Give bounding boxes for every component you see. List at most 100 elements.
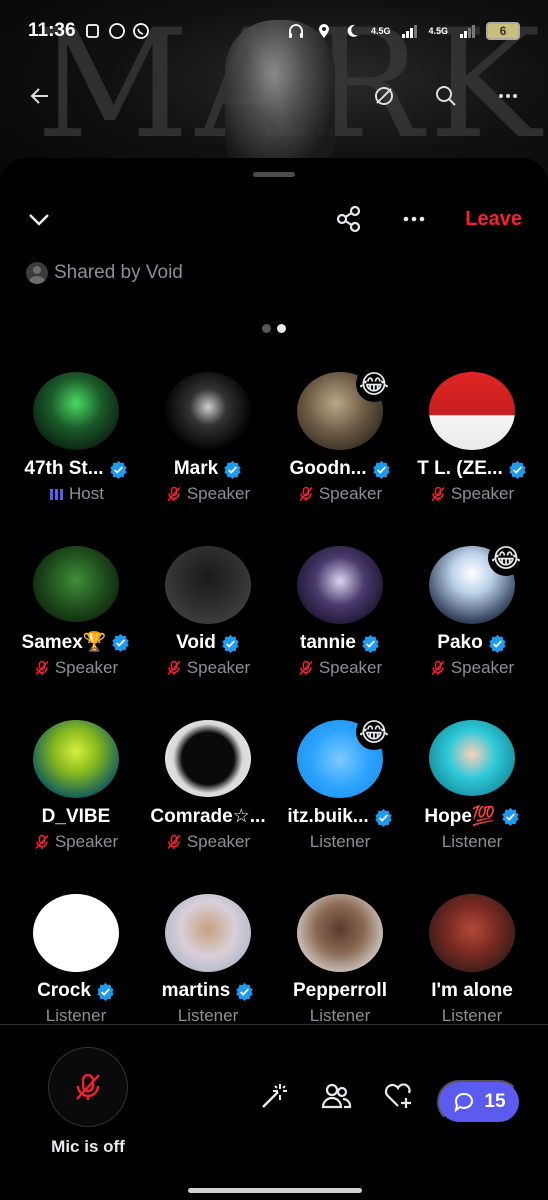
participant-card[interactable]: Comrade☆... Speaker [142,720,274,852]
participant-role-row: Speaker [166,658,250,678]
comments-button[interactable]: 15 [437,1080,521,1124]
participant-role-row: Listener [442,1006,502,1026]
avatar[interactable] [429,894,515,972]
banner-more-button[interactable] [496,84,520,108]
location-icon [318,24,329,38]
mic-off-icon [299,486,313,502]
participant-role-row: Speaker [430,658,514,678]
participant-card[interactable]: martins Listener [142,894,274,1026]
avatar[interactable] [297,894,383,972]
reaction-emoji-badge: 😂 [356,366,392,402]
participant-card[interactable]: Samex🏆 Speaker [10,546,142,678]
participant-name: Samex🏆 [21,632,107,653]
participant-name-row: Samex🏆 [22,630,131,654]
participant-name-row: martins [162,980,255,1002]
more-options-button[interactable] [401,206,427,232]
mic-toggle-button[interactable] [48,1047,128,1127]
avatar[interactable] [297,546,383,624]
participant-role-row: Speaker [430,484,514,504]
participant-name: Crock [37,980,91,1001]
participant-name: Hope💯 [424,806,496,827]
react-button[interactable] [382,1080,414,1112]
participant-name: Void [176,632,216,653]
back-button[interactable] [28,84,52,108]
page-dot-active[interactable] [277,324,286,333]
avatar[interactable] [165,894,251,972]
slashed-circle-icon [375,87,393,105]
participant-name-row: Goodn... [289,458,390,480]
avatar[interactable] [33,546,119,622]
participant-name-row: T L. (ZE... [417,458,527,480]
participant-name: Mark [173,458,219,479]
hide-button[interactable] [372,84,396,108]
participant-card[interactable]: tannie Speaker [274,546,406,678]
participant-role-row: Listener [178,1006,238,1026]
chat-bubble-icon [454,1092,474,1113]
whatsapp-icon [132,23,149,39]
verified-badge-icon [362,634,379,653]
home-indicator[interactable] [188,1188,362,1193]
magic-wand-icon [262,1084,287,1108]
participant-card[interactable]: I'm alone Listener [406,894,538,1026]
participant-card[interactable]: T L. (ZE... Speaker [406,372,538,504]
mic-off-icon [431,486,445,502]
collapse-button[interactable] [26,206,52,232]
share-button[interactable] [335,205,363,233]
more-dots-icon [499,94,517,98]
participant-role: Listener [309,832,371,851]
participant-card[interactable]: 😂 Pako Speaker [406,540,538,678]
avatar[interactable] [33,894,119,972]
people-button[interactable] [320,1080,352,1112]
avatar[interactable] [165,546,251,624]
participant-name-row: Mark [174,458,242,480]
participant-card[interactable]: 😂 itz.buik... Listener [274,714,406,852]
mic-off-icon [431,660,445,676]
participant-name: 47th St... [24,458,104,479]
verified-badge-icon [112,633,130,652]
participant-name: Goodn... [289,458,367,479]
signal-icon [460,25,475,38]
participant-card[interactable]: Hope💯 Listener [406,720,538,852]
status-bar: 11:36 4.5G 4.5G 6 [0,14,548,48]
avatar[interactable] [165,720,251,797]
participant-name-row: Comrade☆... [150,805,265,828]
verified-badge-icon [488,634,506,653]
participant-card[interactable]: 47th St... Host [10,372,142,504]
verified-badge-icon [374,808,392,827]
participant-role-row: Listener [442,832,502,852]
avatar[interactable] [429,720,515,796]
participant-role: Speaker [186,658,251,677]
shared-by-row[interactable]: Shared by Void [26,262,183,284]
participant-role-row: Speaker [298,658,382,678]
participant-name: Pako [437,632,483,653]
participant-role-row: Listener [310,1006,370,1026]
participant-card[interactable]: Void Speaker [142,546,274,678]
avatar[interactable] [33,720,119,798]
participant-name-row: Hope💯 [424,804,519,828]
participant-role: Speaker [186,832,251,851]
verified-badge-icon [224,460,241,479]
participant-name: tannie [300,632,356,653]
participant-card[interactable]: Mark Speaker [142,372,274,504]
participant-card[interactable]: Crock Listener [10,894,142,1026]
participant-role: Speaker [54,832,119,851]
leave-button[interactable]: Leave [465,208,522,231]
page-dot[interactable] [262,324,271,333]
participant-role: Speaker [318,484,383,503]
participant-card[interactable]: 😂 Goodn... Speaker [274,366,406,504]
reaction-emoji-badge: 😂 [356,714,392,750]
participant-name: Pepperroll [293,980,387,1001]
avatar[interactable] [33,372,119,450]
participant-card[interactable]: Pepperroll Listener [274,894,406,1026]
participant-name-row: 47th St... [24,458,127,480]
participant-name-row: D_VIBE [42,806,111,828]
search-button[interactable] [434,84,458,108]
avatar[interactable] [165,372,251,450]
avatar[interactable] [429,372,515,450]
page-indicator [262,324,286,333]
sheet-grabber[interactable] [253,172,295,177]
people-icon [321,1083,352,1109]
participant-card[interactable]: D_VIBE Speaker [10,720,142,852]
participant-name-row: tannie [300,632,380,654]
effects-button[interactable] [258,1080,290,1112]
